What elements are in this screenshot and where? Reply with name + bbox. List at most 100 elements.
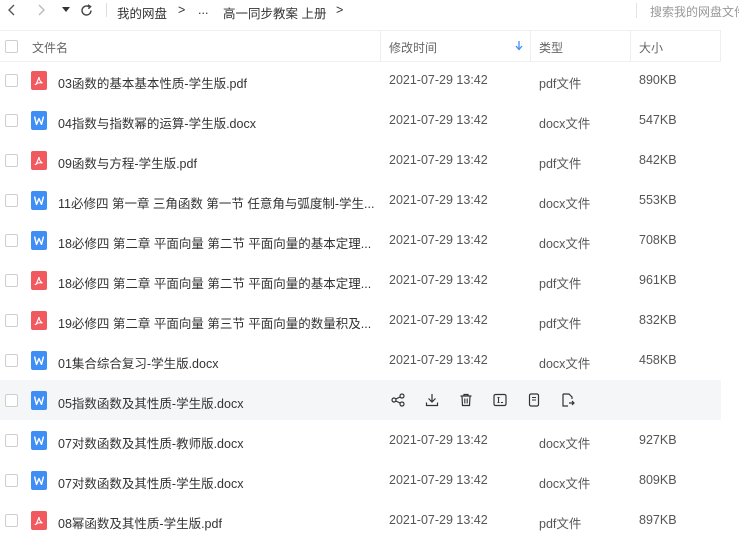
- file-type: pdf文件: [539, 77, 582, 91]
- file-name[interactable]: 11必修四 第一章 三角函数 第一节 任意角与弧度制-学生...: [58, 193, 376, 212]
- file-type: pdf文件: [539, 277, 582, 291]
- file-row[interactable]: 11必修四 第一章 三角函数 第一节 任意角与弧度制-学生... 2021-07-…: [0, 180, 721, 220]
- file-type: pdf文件: [539, 317, 582, 331]
- file-size: 842KB: [639, 153, 677, 167]
- column-divider[interactable]: [530, 31, 531, 61]
- row-checkbox[interactable]: [5, 474, 18, 487]
- file-size: 458KB: [639, 353, 677, 367]
- file-name[interactable]: 08幂函数及其性质-学生版.pdf: [58, 513, 376, 532]
- file-row[interactable]: 09函数与方程-学生版.pdf 2021-07-29 13:42 pdf文件 842K…: [0, 140, 721, 180]
- breadcrumb-root[interactable]: 我的网盘: [117, 3, 167, 22]
- file-name[interactable]: 01集合综合复习-学生版.docx: [58, 353, 376, 372]
- file-row[interactable]: 04指数与指数幂的运算-学生版.docx 2021-07-29 13:42 docx…: [0, 100, 721, 140]
- file-modified-time: 2021-07-29 13:42: [389, 73, 488, 87]
- file-row[interactable]: 19必修四 第二章 平面向量 第三节 平面向量的数量积及... 2021-07-2…: [0, 300, 721, 340]
- file-name[interactable]: 18必修四 第二章 平面向量 第二节 平面向量的基本定理...: [58, 273, 376, 292]
- row-checkbox[interactable]: [5, 234, 18, 247]
- file-row[interactable]: 01集合综合复习-学生版.docx 2021-07-29 13:42 docx文件 4…: [0, 340, 721, 380]
- row-checkbox[interactable]: [5, 434, 18, 447]
- pdf-icon: [31, 311, 47, 330]
- file-size: 961KB: [639, 273, 677, 287]
- word-icon: [31, 471, 47, 490]
- search-input[interactable]: 搜索我的网盘文件: [650, 3, 739, 20]
- file-name[interactable]: 03函数的基本基本性质-学生版.pdf: [58, 73, 376, 92]
- file-name[interactable]: 19必修四 第二章 平面向量 第三节 平面向量的数量积及...: [58, 313, 376, 332]
- column-divider[interactable]: [380, 31, 381, 61]
- file-size: 809KB: [639, 473, 677, 487]
- refresh-icon: [80, 3, 92, 16]
- word-icon: [31, 191, 47, 210]
- pdf-icon: [31, 271, 47, 290]
- search-divider: [636, 3, 637, 18]
- word-icon: [31, 111, 47, 130]
- row-checkbox[interactable]: [5, 194, 18, 207]
- breadcrumb-ellipsis[interactable]: ...: [198, 3, 208, 17]
- rename-icon[interactable]: [491, 391, 509, 409]
- column-header-size[interactable]: 大小: [639, 39, 663, 56]
- breadcrumb-current[interactable]: 高一同步教案 上册: [223, 3, 326, 22]
- row-checkbox[interactable]: [5, 394, 18, 407]
- copy-icon[interactable]: [525, 391, 543, 409]
- refresh-button[interactable]: [78, 2, 94, 18]
- file-row[interactable]: 05指数函数及其性质-学生版.docx: [0, 380, 721, 420]
- file-modified-time: 2021-07-29 13:42: [389, 433, 488, 447]
- select-all-checkbox[interactable]: [5, 40, 18, 53]
- column-divider[interactable]: [630, 31, 631, 61]
- file-row[interactable]: 08幂函数及其性质-学生版.pdf 2021-07-29 13:42 pdf文件 89…: [0, 500, 721, 540]
- file-type: docx文件: [539, 477, 591, 491]
- file-size: 553KB: [639, 193, 677, 207]
- row-checkbox[interactable]: [5, 114, 18, 127]
- top-toolbar: 我的网盘 > ... 高一同步教案 上册 > 搜索我的网盘文件: [0, 0, 739, 22]
- file-row[interactable]: 07对数函数及其性质-学生版.docx 2021-07-29 13:42 docx文…: [0, 460, 721, 500]
- file-size: 832KB: [639, 313, 677, 327]
- file-modified-time: 2021-07-29 13:42: [389, 273, 488, 287]
- row-checkbox[interactable]: [5, 314, 18, 327]
- file-size: 708KB: [639, 233, 677, 247]
- file-size: 890KB: [639, 73, 677, 87]
- pdf-icon: [31, 511, 47, 530]
- file-name[interactable]: 18必修四 第二章 平面向量 第二节 平面向量的基本定理...: [58, 233, 376, 252]
- file-name[interactable]: 07对数函数及其性质-学生版.docx: [58, 473, 376, 492]
- file-size: 547KB: [639, 113, 677, 127]
- file-row[interactable]: 18必修四 第二章 平面向量 第二节 平面向量的基本定理... 2021-07-2…: [0, 260, 721, 300]
- file-row[interactable]: 18必修四 第二章 平面向量 第二节 平面向量的基本定理... 2021-07-2…: [0, 220, 721, 260]
- file-size: 927KB: [639, 433, 677, 447]
- column-divider[interactable]: [720, 31, 721, 61]
- file-modified-time: 2021-07-29 13:42: [389, 193, 488, 207]
- breadcrumb-separator: >: [178, 3, 186, 17]
- file-modified-time: 2021-07-29 13:42: [389, 353, 488, 367]
- forward-button[interactable]: [33, 2, 49, 18]
- back-button[interactable]: [4, 2, 20, 18]
- row-checkbox[interactable]: [5, 154, 18, 167]
- row-checkbox[interactable]: [5, 274, 18, 287]
- file-name[interactable]: 05指数函数及其性质-学生版.docx: [58, 393, 376, 412]
- row-checkbox[interactable]: [5, 74, 18, 87]
- file-modified-time: 2021-07-29 13:42: [389, 513, 488, 527]
- file-name[interactable]: 04指数与指数幂的运算-学生版.docx: [58, 113, 376, 132]
- file-type: pdf文件: [539, 157, 582, 171]
- history-dropdown-button[interactable]: [58, 2, 74, 18]
- row-checkbox[interactable]: [5, 354, 18, 367]
- file-name[interactable]: 07对数函数及其性质-教师版.docx: [58, 433, 376, 452]
- share-icon[interactable]: [389, 391, 407, 409]
- delete-icon[interactable]: [457, 391, 475, 409]
- row-checkbox[interactable]: [5, 514, 18, 527]
- word-icon: [31, 231, 47, 250]
- file-size: 897KB: [639, 513, 677, 527]
- file-type: docx文件: [539, 117, 591, 131]
- sort-descending-icon[interactable]: [515, 41, 523, 51]
- file-modified-time: 2021-07-29 13:42: [389, 233, 488, 247]
- file-row[interactable]: 03函数的基本基本性质-学生版.pdf 2021-07-29 13:42 pdf文件…: [0, 60, 721, 100]
- file-name[interactable]: 09函数与方程-学生版.pdf: [58, 153, 376, 172]
- file-modified-time: 2021-07-29 13:42: [389, 473, 488, 487]
- chevron-right-icon: [38, 4, 45, 16]
- move-icon[interactable]: [559, 391, 577, 409]
- file-modified-time: 2021-07-29 13:42: [389, 313, 488, 327]
- column-header-type[interactable]: 类型: [539, 39, 563, 56]
- column-header-modified[interactable]: 修改时间: [389, 39, 437, 56]
- column-header-name[interactable]: 文件名: [32, 39, 68, 56]
- file-row[interactable]: 07对数函数及其性质-教师版.docx 2021-07-29 13:42 docx文…: [0, 420, 721, 460]
- file-modified-time: 2021-07-29 13:42: [389, 153, 488, 167]
- download-icon[interactable]: [423, 391, 441, 409]
- pdf-icon: [31, 71, 47, 90]
